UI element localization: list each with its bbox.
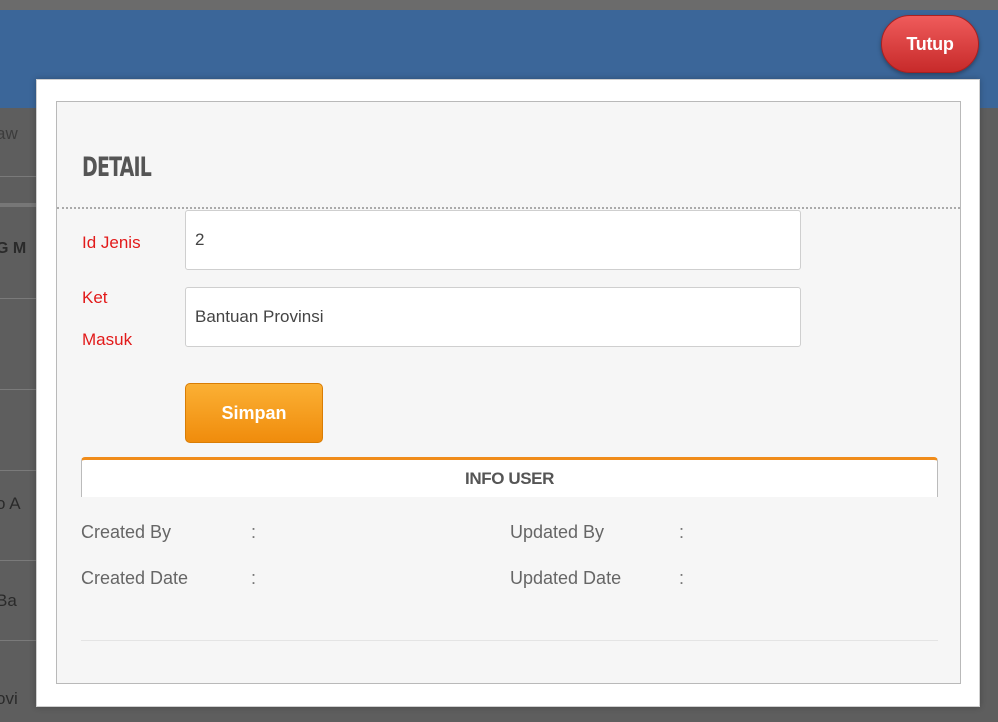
background-row-divider <box>0 203 40 207</box>
ket-masuk-input[interactable] <box>185 287 801 347</box>
background-row-divider <box>0 640 40 641</box>
id-jenis-input[interactable] <box>185 210 801 270</box>
background-row-divider <box>0 389 40 390</box>
background-row-divider <box>0 560 40 561</box>
background-text-fragment: aw <box>0 124 18 143</box>
created-by-label: Created By <box>81 522 172 542</box>
close-button[interactable]: Tutup <box>881 15 979 73</box>
detail-title: DETAIL <box>82 152 152 183</box>
updated-date-separator: : <box>679 568 685 588</box>
created-date-separator: : <box>251 568 257 588</box>
ket-masuk-label-line2: Masuk <box>82 330 133 349</box>
ket-masuk-label-line1: Ket <box>82 288 108 307</box>
background-text-fragment: Ba <box>0 591 17 610</box>
save-button[interactable]: Simpan <box>185 383 323 443</box>
background-text-fragment: G M <box>0 240 27 257</box>
background-row-divider <box>0 176 40 177</box>
detail-panel: DETAIL Id Jenis Ket Masuk Simpan INFO US… <box>56 101 961 684</box>
detail-modal: DETAIL Id Jenis Ket Masuk Simpan INFO US… <box>36 79 980 707</box>
panel-bottom-divider <box>81 640 938 641</box>
title-divider <box>57 207 960 209</box>
updated-date-label: Updated Date <box>510 568 622 588</box>
id-jenis-label: Id Jenis <box>82 233 141 252</box>
info-user-title: INFO USER <box>465 468 554 488</box>
updated-by-label: Updated By <box>510 522 605 542</box>
info-user-header: INFO USER <box>81 457 938 497</box>
background-text-fragment: ovi <box>0 689 18 708</box>
updated-by-separator: : <box>679 522 685 542</box>
created-by-separator: : <box>251 522 257 542</box>
created-date-label: Created Date <box>81 568 189 588</box>
background-row-divider <box>0 470 40 471</box>
background-text-fragment: o A <box>0 494 21 513</box>
background-row-divider <box>0 298 40 299</box>
